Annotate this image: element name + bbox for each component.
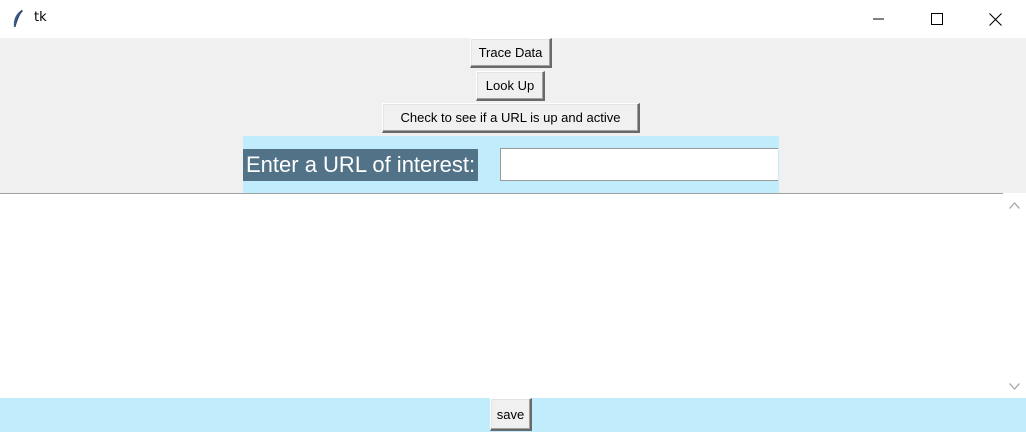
maximize-icon <box>931 13 943 25</box>
output-text-area[interactable] <box>0 193 1003 398</box>
look-up-button[interactable]: Look Up <box>476 71 545 101</box>
feather-icon <box>13 9 23 28</box>
vertical-scrollbar[interactable] <box>1003 193 1026 398</box>
scroll-up-arrow[interactable] <box>1007 199 1022 211</box>
check-url-button[interactable]: Check to see if a URL is up and active <box>382 103 640 133</box>
minimize-icon <box>873 18 884 20</box>
close-icon <box>988 12 1002 26</box>
window-title: tk <box>34 10 47 25</box>
url-input[interactable] <box>500 148 778 181</box>
chevron-down-icon <box>1009 382 1020 390</box>
minimize-button[interactable] <box>850 0 908 38</box>
scroll-down-arrow[interactable] <box>1007 380 1022 392</box>
trace-data-button[interactable]: Trace Data <box>470 38 552 68</box>
chevron-up-icon <box>1009 201 1020 209</box>
title-bar: tk <box>0 0 1026 38</box>
maximize-button[interactable] <box>908 0 966 38</box>
save-button[interactable]: save <box>490 398 532 431</box>
close-button[interactable] <box>966 0 1024 38</box>
url-label: Enter a URL of interest: <box>243 149 479 181</box>
